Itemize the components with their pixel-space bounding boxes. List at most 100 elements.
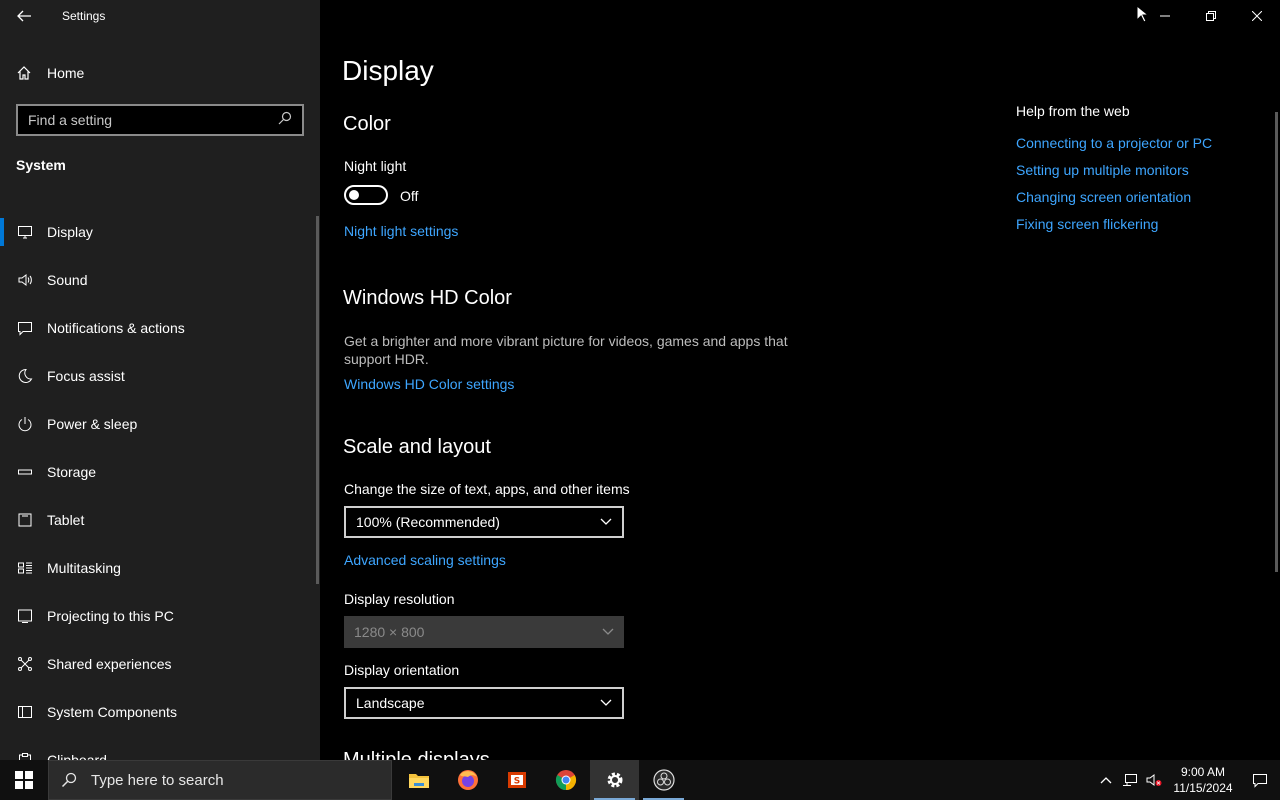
scale-dropdown[interactable]: 100% (Recommended) [344,506,624,538]
sidebar-item-home[interactable]: Home [0,56,320,90]
sidebar-item-focus-assist[interactable]: Focus assist [0,352,320,400]
sidebar-item-label: Multitasking [47,560,121,576]
power-icon [16,416,34,432]
taskbar-app-chrome[interactable] [541,760,590,800]
action-center-button[interactable] [1240,760,1280,800]
multiple-displays-heading: Multiple displays [343,749,490,760]
help-link-screen-flickering[interactable]: Fixing screen flickering [1016,216,1256,243]
sidebar-item-multitasking[interactable]: Multitasking [0,544,320,592]
taskbar-app-settings[interactable] [590,760,639,800]
search-icon[interactable] [278,111,292,130]
monitor-icon [16,224,34,240]
help-link-screen-orientation[interactable]: Changing screen orientation [1016,189,1256,216]
minimize-button[interactable] [1142,0,1188,32]
clock-time: 9:00 AM [1180,765,1226,779]
resolution-value: 1280 × 800 [354,624,425,640]
restore-icon [1206,11,1216,21]
sidebar-item-label: Sound [47,272,88,288]
sidebar-item-label: Shared experiences [47,656,172,672]
start-button[interactable] [0,760,48,800]
moon-icon [16,368,34,384]
svg-text:S: S [513,777,519,787]
tablet-icon [16,512,34,528]
night-light-settings-link[interactable]: Night light settings [344,223,458,239]
window-controls [1142,0,1280,32]
sidebar-item-storage[interactable]: Storage [0,448,320,496]
sidebar-item-system-components[interactable]: System Components [0,688,320,736]
taskbar-app-office[interactable]: S [492,760,541,800]
sidebar-item-label: Focus assist [47,368,125,384]
search-icon [61,772,77,788]
sidebar-item-label: Storage [47,464,97,480]
scale-layout-heading: Scale and layout [343,436,491,458]
resolution-dropdown: 1280 × 800 [344,616,624,648]
sidebar-item-tablet[interactable]: Tablet [0,496,320,544]
hd-color-settings-link[interactable]: Windows HD Color settings [344,376,514,392]
message-icon [16,320,34,336]
sidebar-nav: Display Sound Notifications & actions Fo… [0,208,320,760]
section-label-system: System [16,157,66,173]
find-setting-input[interactable]: Find a setting [16,104,304,136]
back-button[interactable] [0,0,48,32]
network-button[interactable] [1118,760,1142,800]
orientation-dropdown[interactable]: Landscape [344,687,624,719]
volume-button[interactable] [1142,760,1166,800]
system-tray: 9:00 AM 11/15/2024 [1094,760,1280,800]
chevron-down-icon [600,518,612,525]
night-light-label: Night light [344,158,407,174]
file-explorer-icon [408,774,429,788]
search-placeholder: Find a setting [28,112,113,128]
help-link-multiple-monitors[interactable]: Setting up multiple monitors [1016,162,1256,189]
resolution-label: Display resolution [344,591,455,607]
chevron-down-icon [602,628,614,635]
sidebar-scrollbar[interactable] [316,216,319,584]
network-icon [1123,774,1137,786]
home-icon [16,65,34,81]
sidebar-item-label: Tablet [47,512,85,528]
chevron-down-icon [600,699,612,706]
speaker-icon [16,272,34,288]
taskbar-app-firefox[interactable] [443,760,492,800]
notification-icon [1253,774,1267,788]
main-content: Display Color Night light Off Night ligh… [320,0,1280,760]
hd-color-description: Get a brighter and more vibrant picture … [344,333,788,367]
sidebar-item-label: System Components [47,704,177,720]
sidebar-item-notifications[interactable]: Notifications & actions [0,304,320,352]
show-hidden-icons-button[interactable] [1094,760,1118,800]
main-scrollbar[interactable] [1275,112,1278,572]
firefox-icon [457,770,478,790]
sidebar-item-label: Display [47,224,93,240]
scale-value: 100% (Recommended) [356,514,500,530]
advanced-scaling-link[interactable]: Advanced scaling settings [344,552,506,568]
sidebar-item-clipboard[interactable]: Clipboard [0,736,320,760]
taskbar-search-box[interactable]: Type here to search [48,760,392,800]
title-bar-left: Settings [0,0,320,32]
components-icon [16,704,34,720]
sidebar-item-power-sleep[interactable]: Power & sleep [0,400,320,448]
close-button[interactable] [1234,0,1280,32]
restore-button[interactable] [1188,0,1234,32]
sidebar-item-projecting[interactable]: Projecting to this PC [0,592,320,640]
sidebar-item-shared-experiences[interactable]: Shared experiences [0,640,320,688]
chevron-up-icon [1100,777,1112,784]
settings-gear-icon [607,772,622,788]
windows-logo-icon [15,771,33,789]
taskbar-app-obs[interactable] [639,760,688,800]
close-icon [1252,11,1262,21]
sidebar-item-display[interactable]: Display [0,208,320,256]
help-link-projector[interactable]: Connecting to a projector or PC [1016,135,1256,162]
chrome-icon [555,770,576,791]
clock-date: 11/15/2024 [1173,781,1233,795]
app-title: Settings [62,9,106,23]
sidebar-item-label: Notifications & actions [47,320,185,336]
multitasking-icon [16,560,34,576]
volume-muted-icon [1146,774,1162,786]
taskbar-clock[interactable]: 9:00 AM 11/15/2024 [1166,764,1240,796]
help-panel: Help from the web Connecting to a projec… [1016,103,1256,243]
taskbar-app-file-explorer[interactable] [394,760,443,800]
night-light-toggle[interactable] [344,185,388,205]
minimize-icon [1160,15,1170,17]
sidebar-item-sound[interactable]: Sound [0,256,320,304]
home-label: Home [47,65,85,81]
page-title: Display [342,55,434,86]
